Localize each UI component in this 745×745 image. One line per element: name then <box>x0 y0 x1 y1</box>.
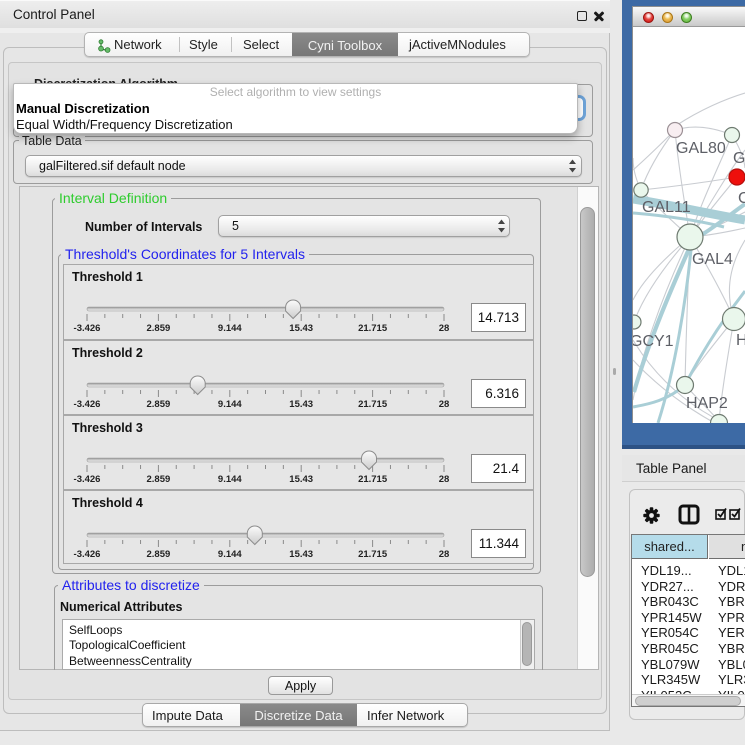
svg-text:HI: HI <box>736 332 745 349</box>
svg-text:GA: GA <box>733 150 745 167</box>
svg-text:CY: CY <box>738 190 745 207</box>
svg-text:HAP2: HAP2 <box>686 395 728 412</box>
svg-text:GCY1: GCY1 <box>633 333 674 350</box>
svg-text:GAL4: GAL4 <box>692 251 733 268</box>
svg-text:GAL80: GAL80 <box>676 140 726 157</box>
svg-text:GAL11: GAL11 <box>642 199 691 216</box>
